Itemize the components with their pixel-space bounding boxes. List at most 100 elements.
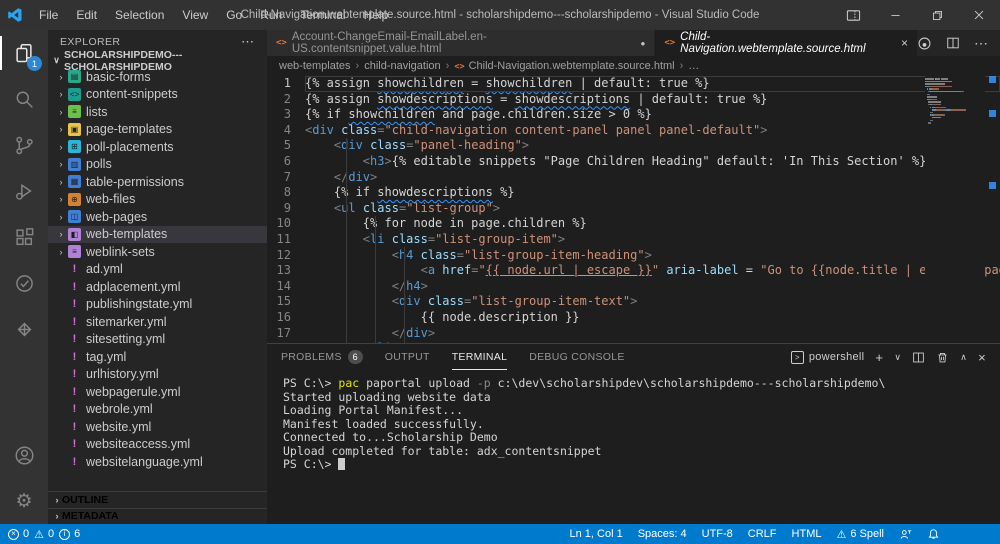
menu-file[interactable]: File [30,0,67,30]
minimap[interactable] [925,76,985,343]
status-notifications[interactable] [927,528,940,541]
project-root-folder[interactable]: ∨ SCHOLARSHIPDEMO---SCHOLARSHIPDEMO [48,53,267,68]
overview-ruler[interactable] [985,76,1000,343]
file-label: sitesetting.yml [86,332,165,346]
tree-folder-table-permissions[interactable]: ›▦table-permissions [48,173,267,191]
terminal-cursor [338,458,345,470]
maximize-panel-icon[interactable]: ∧ [960,352,967,363]
folder-label: lists [86,105,108,119]
activity-search[interactable] [0,76,48,122]
activity-extensions[interactable] [0,214,48,260]
breadcrumb-item[interactable]: … [688,60,699,72]
tree-file-urlhistory.yml[interactable]: !urlhistory.yml [48,366,267,384]
status-feedback[interactable] [899,528,912,541]
menu-help[interactable]: Help [355,0,398,30]
tree-file-website.yml[interactable]: !website.yml [48,418,267,436]
menu-terminal[interactable]: Terminal [291,0,354,30]
tree-file-webpagerule.yml[interactable]: !webpagerule.yml [48,383,267,401]
tree-file-sitemarker.yml[interactable]: !sitemarker.yml [48,313,267,331]
section-outline[interactable]: ›OUTLINE [48,491,267,508]
tree-folder-polls[interactable]: ›▥polls [48,156,267,174]
chevron-right-icon: › [56,229,66,239]
panel-tab-debug-console[interactable]: DEBUG CONSOLE [529,344,625,370]
activity-power-platform[interactable] [0,306,48,352]
tree-file-websitelanguage.yml[interactable]: !websitelanguage.yml [48,453,267,471]
tree-folder-page-templates[interactable]: ›▣page-templates [48,121,267,139]
menu-selection[interactable]: Selection [106,0,173,30]
activity-explorer[interactable]: 1 [0,30,48,76]
activity-testing[interactable] [0,260,48,306]
menu-go[interactable]: Go [217,0,251,30]
kill-terminal-icon[interactable] [936,351,949,364]
tree-folder-weblink-sets[interactable]: ›≡weblink-sets [48,243,267,261]
close-panel-icon[interactable]: × [978,350,986,365]
status-indentation[interactable]: Spaces: 4 [638,528,687,540]
tree-folder-content-snippets[interactable]: ›<>content-snippets [48,86,267,104]
close-tab-icon[interactable]: × [901,36,908,50]
activity-accounts[interactable] [0,432,48,478]
tab-Child-Navigation.webtemplate.source.html[interactable]: <>Child-Navigation.webtemplate.source.ht… [655,30,917,56]
panel-tab-output[interactable]: OUTPUT [385,344,430,370]
activity-settings[interactable]: ⚙ [0,478,48,524]
close-button[interactable] [958,0,1000,30]
tree-file-webrole.yml[interactable]: !webrole.yml [48,401,267,419]
code-line-17: 17 </div> [267,326,1000,342]
terminal-dropdown-icon[interactable]: ∨ [894,352,901,363]
tree-file-websiteaccess.yml[interactable]: !websiteaccess.yml [48,436,267,454]
terminal-line: Upload completed for table: adx_contents… [283,445,1000,459]
layout-toggle-button[interactable] [832,0,874,30]
breadcrumb-item[interactable]: <>Child-Navigation.webtemplate.source.ht… [454,60,674,72]
breadcrumb-item[interactable]: child-navigation [364,60,440,72]
tab-Account-ChangeEmail-EmailLabel.en-US.contentsnippet.value.html[interactable]: <>Account-ChangeEmail-EmailLabel.en-US.c… [267,30,655,56]
title-bar: FileEditSelectionViewGoRunTerminalHelp C… [0,0,1000,30]
minimize-button[interactable] [874,0,916,30]
status-spell-checker[interactable]: ⚠6 Spell [836,528,884,541]
tree-folder-web-files[interactable]: ›⊕web-files [48,191,267,209]
split-editor-icon[interactable] [946,36,960,50]
breadcrumb-item[interactable]: web-templates [279,60,351,72]
problems-summary[interactable]: ×0⚠0i6 [8,528,80,541]
layout-toggle-icon [846,8,861,23]
menu-edit[interactable]: Edit [67,0,106,30]
open-preview-icon[interactable] [917,36,932,51]
breadcrumb-separator: › [356,60,360,72]
file-label: adplacement.yml [86,280,181,294]
menu-view[interactable]: View [173,0,217,30]
editor-actions: ⋯ [917,30,1000,56]
tree-file-sitesetting.yml[interactable]: !sitesetting.yml [48,331,267,349]
tree-file-tag.yml[interactable]: !tag.yml [48,348,267,366]
tree-file-ad.yml[interactable]: !ad.yml [48,261,267,279]
more-actions-icon[interactable]: ⋯ [241,34,255,50]
modified-dot-icon[interactable]: ● [640,39,645,48]
status-eol[interactable]: CRLF [748,528,777,540]
status-cursor-position[interactable]: Ln 1, Col 1 [570,528,623,540]
breadcrumb-separator: › [446,60,450,72]
tree-file-publishingstate.yml[interactable]: !publishingstate.yml [48,296,267,314]
folder-icon: ▦ [68,175,81,188]
shell-selector[interactable]: >powershell [791,351,865,364]
panel-tab-problems[interactable]: PROBLEMS6 [281,344,363,370]
split-terminal-icon[interactable] [912,351,925,364]
activity-source-control[interactable] [0,122,48,168]
section-metadata[interactable]: ›METADATA [48,508,267,525]
tree-file-adplacement.yml[interactable]: !adplacement.yml [48,278,267,296]
tree-folder-lists[interactable]: ›≡lists [48,103,267,121]
chevron-down-icon: ∨ [52,55,61,66]
tree-folder-poll-placements[interactable]: ›⊞poll-placements [48,138,267,156]
terminal-output[interactable]: PS C:\> pac paportal upload -p c:\dev\sc… [267,370,1000,472]
status-language-mode[interactable]: HTML [792,528,822,540]
new-terminal-icon[interactable]: + [875,350,883,365]
tree-folder-web-templates[interactable]: ›◧web-templates [48,226,267,244]
restore-button[interactable] [916,0,958,30]
more-actions-icon[interactable]: ⋯ [974,35,988,52]
activity-run-debug[interactable] [0,168,48,214]
sidebar-bottom-sections: ›OUTLINE›METADATA [48,491,267,524]
tree-folder-web-pages[interactable]: ›◫web-pages [48,208,267,226]
code-editor[interactable]: 1{% assign showchildren = showchildren |… [267,76,1000,343]
panel-tab-terminal[interactable]: TERMINAL [452,344,508,370]
code-line-8: 8 {% if showdescriptions %} [267,185,1000,201]
status-encoding[interactable]: UTF-8 [702,528,733,540]
restore-icon [931,9,944,22]
folder-label: table-permissions [86,175,184,189]
menu-run[interactable]: Run [251,0,291,30]
